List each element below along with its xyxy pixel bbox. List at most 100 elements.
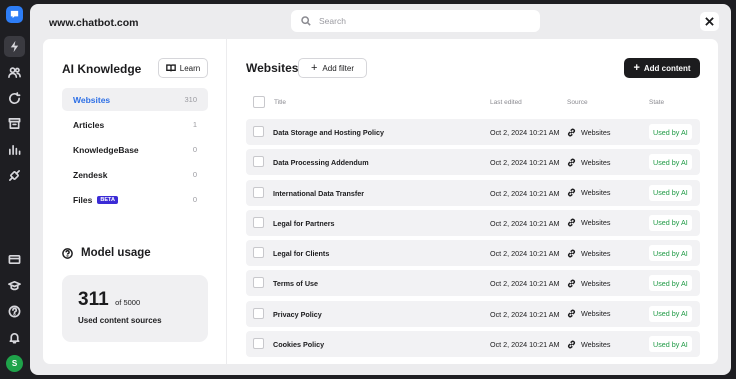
table-row[interactable]: Cookies Policy Oct 2, 2024 10:21 AM Webs…	[246, 331, 700, 358]
row-checkbox[interactable]	[253, 247, 264, 259]
row-checkbox[interactable]	[253, 307, 264, 319]
row-date: Oct 2, 2024 10:21 AM	[490, 128, 560, 137]
row-source: Websites	[567, 277, 610, 289]
row-source: Websites	[567, 217, 610, 229]
row-source: Websites	[567, 187, 610, 199]
learn-label: Learn	[179, 63, 201, 73]
link-icon	[567, 279, 576, 288]
state-badge: Used by AI	[649, 245, 692, 262]
table-row[interactable]: Data Processing Addendum Oct 2, 2024 10:…	[246, 149, 700, 176]
row-source-label: Websites	[581, 278, 611, 288]
nav-item-label: Files	[73, 194, 93, 205]
row-title[interactable]: Terms of Use	[273, 279, 318, 288]
nav-item-zendesk[interactable]: Zendesk 0	[62, 163, 208, 186]
row-checkbox[interactable]	[253, 186, 264, 198]
close-button[interactable]	[700, 12, 719, 31]
search-input[interactable]	[319, 16, 519, 26]
avatar[interactable]: S	[6, 355, 23, 372]
row-source: Websites	[567, 247, 610, 259]
search-bar[interactable]	[291, 10, 540, 32]
usage-label: Used content sources	[78, 316, 162, 325]
row-checkbox[interactable]	[253, 277, 264, 289]
billing-icon[interactable]	[4, 249, 25, 270]
learn-button[interactable]: Learn	[158, 58, 208, 78]
row-source-label: Websites	[581, 127, 611, 137]
page-title: Websites	[246, 61, 299, 75]
plus-icon: +	[633, 61, 640, 74]
link-icon	[567, 249, 576, 258]
table-row[interactable]: International Data Transfer Oct 2, 2024 …	[246, 179, 700, 206]
row-source-label: Websites	[581, 309, 611, 319]
reports-icon[interactable]	[4, 139, 25, 160]
row-date: Oct 2, 2024 10:21 AM	[490, 279, 560, 289]
chat-refresh-icon[interactable]	[4, 88, 25, 109]
row-title[interactable]: Data Processing Addendum	[273, 158, 369, 167]
table-row[interactable]: Legal for Partners Oct 2, 2024 10:21 AM …	[246, 209, 700, 236]
add-filter-button[interactable]: + Add filter	[298, 58, 367, 78]
row-checkbox[interactable]	[253, 216, 264, 228]
select-all-checkbox[interactable]	[253, 96, 265, 108]
model-usage-heading: Model usage	[62, 247, 151, 259]
table-row[interactable]: Data Storage and Hosting Policy Oct 2, 2…	[246, 119, 700, 145]
state-badge: Used by AI	[649, 154, 692, 171]
users-icon[interactable]	[4, 62, 25, 83]
usage-card: 311 of 5000 Used content sources	[62, 275, 208, 342]
column-source[interactable]: Source	[567, 99, 588, 106]
notifications-icon[interactable]	[4, 327, 25, 348]
row-title[interactable]: Legal for Partners	[273, 219, 335, 228]
row-title[interactable]: International Data Transfer	[273, 189, 364, 198]
link-icon	[567, 219, 576, 227]
link-icon	[567, 309, 576, 318]
link-icon	[567, 340, 576, 348]
nav-item-count: 0	[192, 145, 197, 154]
add-filter-label: Add filter	[322, 63, 354, 73]
lightning-icon[interactable]	[4, 36, 25, 57]
chatbot-logo-icon[interactable]	[6, 6, 23, 23]
table-row[interactable]: Legal for Clients Oct 2, 2024 10:21 AM W…	[246, 240, 700, 267]
content-table: Data Storage and Hosting Policy Oct 2, 2…	[246, 119, 700, 361]
column-title[interactable]: Title	[274, 99, 286, 106]
row-checkbox[interactable]	[253, 156, 264, 168]
table-row[interactable]: Privacy Policy Oct 2, 2024 10:21 AM Webs…	[246, 300, 700, 327]
row-title[interactable]: Privacy Policy	[273, 310, 322, 319]
close-icon	[705, 17, 714, 26]
row-date: Oct 2, 2024 10:21 AM	[490, 340, 560, 350]
state-badge: Used by AI	[649, 124, 692, 140]
app-window: www.chatbot.com AI Knowledge Learn Websi…	[30, 4, 731, 375]
nav-item-articles[interactable]: Articles 1	[62, 113, 208, 136]
row-title[interactable]: Cookies Policy	[273, 340, 324, 349]
academy-icon[interactable]	[4, 275, 25, 296]
row-source-label: Websites	[581, 157, 611, 167]
knowledge-panel: AI Knowledge Learn Websites 310 Articles…	[43, 39, 227, 364]
row-title[interactable]: Legal for Clients	[273, 249, 329, 258]
add-content-button[interactable]: + Add content	[624, 58, 700, 78]
help-circle-icon	[62, 247, 73, 259]
row-checkbox[interactable]	[253, 126, 264, 137]
book-icon	[165, 64, 176, 72]
nav-item-label: KnowledgeBase	[73, 144, 139, 155]
model-usage-title: Model usage	[81, 247, 151, 259]
integrations-icon[interactable]	[4, 165, 25, 186]
nav-item-websites[interactable]: Websites 310	[62, 88, 208, 111]
help-icon[interactable]	[4, 301, 25, 322]
column-last-edited[interactable]: Last edited	[490, 99, 522, 106]
site-url: www.chatbot.com	[49, 17, 139, 29]
usage-limit: of 5000	[115, 298, 141, 307]
archive-icon[interactable]	[4, 113, 25, 134]
nav-item-knowledgebase[interactable]: KnowledgeBase 0	[62, 138, 208, 161]
row-source: Websites	[567, 338, 610, 350]
link-icon	[567, 188, 576, 197]
table-row[interactable]: Terms of Use Oct 2, 2024 10:21 AM Websit…	[246, 270, 700, 297]
link-icon	[567, 128, 576, 136]
row-source: Websites	[567, 308, 610, 320]
row-checkbox[interactable]	[253, 338, 264, 350]
nav-item-files[interactable]: Files BETA 0	[62, 188, 208, 211]
content-area: AI Knowledge Learn Websites 310 Articles…	[43, 39, 718, 364]
row-source-label: Websites	[581, 248, 611, 258]
column-state[interactable]: State	[649, 99, 664, 106]
plus-icon: +	[310, 61, 318, 74]
row-source-label: Websites	[581, 218, 611, 228]
nav-item-label: Articles	[73, 119, 105, 130]
nav-item-count: 0	[192, 195, 197, 204]
row-title[interactable]: Data Storage and Hosting Policy	[273, 128, 384, 137]
